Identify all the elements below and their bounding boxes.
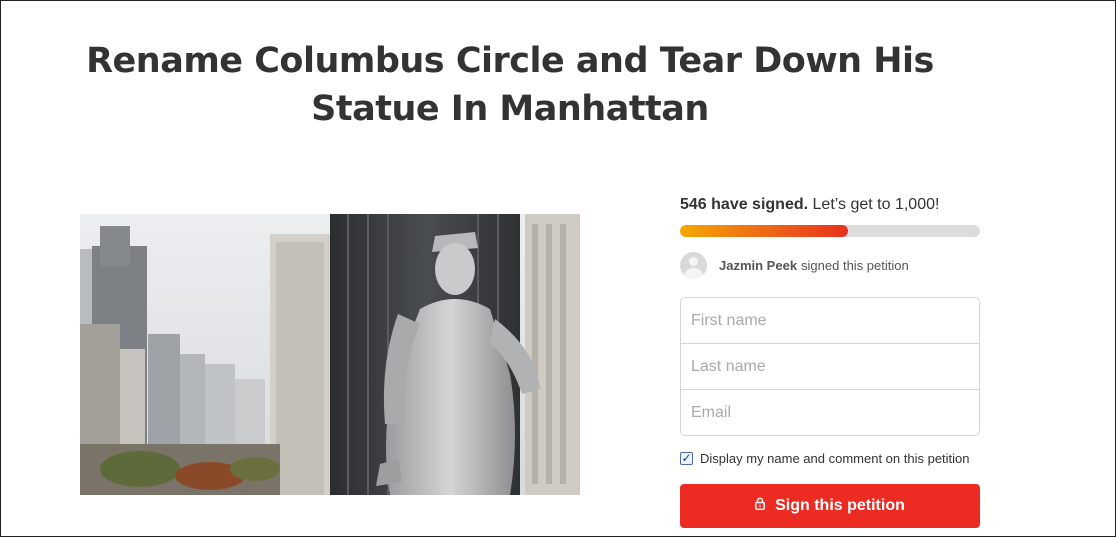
checkmark-icon: ✓ bbox=[681, 451, 692, 465]
signature-progress-text: 546 have signed. Let’s get to 1,000! bbox=[680, 195, 939, 215]
user-avatar-icon bbox=[680, 251, 707, 279]
signature-progress-bar bbox=[680, 225, 980, 237]
display-name-checkbox[interactable]: ✓ bbox=[680, 451, 693, 465]
signature-form bbox=[680, 297, 980, 436]
signature-count: 546 have signed. bbox=[680, 196, 809, 213]
first-name-field[interactable] bbox=[681, 298, 979, 344]
lock-icon bbox=[755, 497, 766, 515]
display-name-label: Display my name and comment on this peti… bbox=[700, 451, 970, 466]
sign-petition-label: Sign this petition bbox=[775, 497, 905, 514]
display-name-option[interactable]: ✓ Display my name and comment on this pe… bbox=[680, 451, 970, 466]
statue-photo-illustration bbox=[80, 214, 580, 495]
sign-petition-button[interactable]: Sign this petition bbox=[680, 484, 980, 528]
email-field[interactable] bbox=[681, 390, 979, 435]
signature-goal: Let’s get to 1,000! bbox=[812, 196, 940, 213]
recent-signer-name: Jazmin Peek bbox=[719, 257, 798, 273]
recent-signer-action: signed this petition bbox=[801, 257, 909, 273]
petition-title: Rename Columbus Circle and Tear Down His… bbox=[86, 41, 934, 129]
signature-progress-fill bbox=[680, 225, 848, 237]
last-name-field[interactable] bbox=[681, 344, 979, 390]
recent-signer: Jazmin Peek signed this petition bbox=[680, 251, 909, 279]
petition-photo bbox=[80, 214, 580, 495]
page-frame: Rename Columbus Circle and Tear Down His… bbox=[0, 0, 1116, 537]
